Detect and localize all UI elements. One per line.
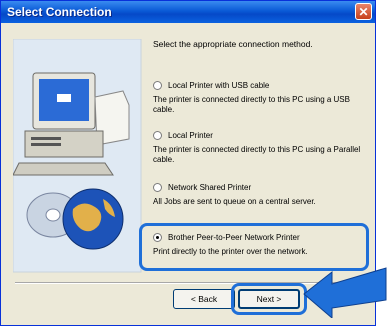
- radio-network-shared[interactable]: [153, 183, 162, 192]
- option-network-shared[interactable]: Network Shared Printer All Jobs are sent…: [153, 183, 367, 207]
- window-title: Select Connection: [7, 5, 112, 19]
- option-peer-to-peer[interactable]: Brother Peer-to-Peer Network Printer Pri…: [153, 233, 367, 257]
- option-description: The printer is connected directly to thi…: [153, 145, 361, 164]
- radio-peer-to-peer[interactable]: [153, 233, 162, 242]
- option-description: The printer is connected directly to thi…: [153, 95, 350, 114]
- option-label: Brother Peer-to-Peer Network Printer: [168, 233, 300, 242]
- instruction-text: Select the appropriate connection method…: [153, 39, 313, 49]
- pointer-arrow-icon: [303, 267, 387, 318]
- option-local[interactable]: Local Printer The printer is connected d…: [153, 131, 367, 165]
- computer-globe-illustration: [13, 39, 142, 273]
- back-button[interactable]: < Back: [173, 289, 235, 309]
- option-label: Local Printer: [168, 131, 213, 140]
- option-usb[interactable]: Local Printer with USB cable The printer…: [153, 81, 367, 115]
- next-button[interactable]: Next >: [238, 289, 300, 309]
- option-description: All Jobs are sent to queue on a central …: [153, 197, 316, 206]
- option-label: Network Shared Printer: [168, 183, 252, 192]
- option-label: Local Printer with USB cable: [168, 81, 270, 90]
- close-button[interactable]: ✕: [355, 3, 372, 20]
- option-description: Print directly to the printer over the n…: [153, 247, 308, 256]
- radio-usb[interactable]: [153, 81, 162, 90]
- radio-local[interactable]: [153, 131, 162, 140]
- close-icon: ✕: [358, 4, 369, 19]
- title-bar[interactable]: Select Connection ✕: [1, 1, 375, 23]
